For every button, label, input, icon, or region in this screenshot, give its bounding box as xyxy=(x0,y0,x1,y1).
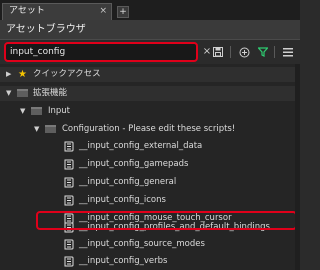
tab-bar: アセット × + xyxy=(0,0,300,20)
tree-item-label: クイックアクセス xyxy=(33,69,101,79)
collapse-arrow-icon[interactable]: ▼ xyxy=(34,122,39,137)
tree-item-label: __input_config_icons xyxy=(79,195,166,205)
tree-item-label: __input_config_gamepads xyxy=(79,159,189,169)
tree-item-script[interactable]: __input_config_verbs xyxy=(0,254,300,269)
toolbar-divider xyxy=(274,46,275,58)
search-input[interactable] xyxy=(6,44,196,60)
tab-close-icon[interactable]: × xyxy=(99,4,107,19)
tree-item-script[interactable]: __input_config_icons xyxy=(0,193,300,208)
script-icon xyxy=(64,222,74,233)
add-tab-button[interactable]: + xyxy=(117,6,129,18)
script-icon xyxy=(64,239,74,250)
star-icon: ★ xyxy=(18,69,27,80)
collapse-arrow-icon[interactable]: ▼ xyxy=(6,86,11,101)
tree-item-extensions[interactable]: ▼ 拡張機能 xyxy=(0,86,300,101)
script-icon xyxy=(64,141,74,152)
tree-item-label: 拡張機能 xyxy=(33,88,68,98)
script-icon xyxy=(64,195,74,206)
tree-item-label: __input_config_external_data xyxy=(79,141,203,151)
tab-assets-label: アセット xyxy=(9,6,45,16)
tree-item-label: __input_config_source_modes xyxy=(79,239,205,249)
folder-icon xyxy=(17,89,28,97)
tree-item-label: __input_config_verbs xyxy=(79,256,168,266)
collapse-arrow-icon[interactable]: ▼ xyxy=(20,104,25,119)
search-box[interactable] xyxy=(4,42,198,62)
tree-item-label: Input xyxy=(48,106,71,116)
scrollbar[interactable] xyxy=(295,64,300,270)
menu-icon[interactable] xyxy=(281,45,295,59)
panel-title: アセットブラウザ xyxy=(0,20,300,40)
save-icon[interactable] xyxy=(211,45,225,59)
add-asset-icon[interactable] xyxy=(237,45,251,59)
tree-item-configuration[interactable]: ▼ Configuration - Please edit these scri… xyxy=(0,122,300,137)
script-icon xyxy=(64,256,74,267)
expand-arrow-icon[interactable]: ▶ xyxy=(6,67,11,82)
search-toolbar: × xyxy=(0,40,300,64)
tree-item-label: Configuration - Please edit these script… xyxy=(62,124,236,134)
tree-item-script[interactable]: __input_config_external_data xyxy=(0,139,300,154)
tree-item-quick-access[interactable]: ▶ ★ クイックアクセス xyxy=(0,67,300,82)
filter-icon[interactable] xyxy=(256,45,270,59)
script-icon xyxy=(64,177,74,188)
tree-item-script-selected[interactable]: __input_config_profiles_and_default_bind… xyxy=(0,220,300,235)
tree-item-input[interactable]: ▼ Input xyxy=(0,104,300,119)
toolbar-divider xyxy=(230,46,231,58)
folder-icon xyxy=(45,125,56,133)
script-icon xyxy=(64,159,74,170)
tree-item-script[interactable]: __input_config_general xyxy=(0,175,300,190)
tab-assets[interactable]: アセット × xyxy=(2,3,112,20)
tree-item-label: __input_config_profiles_and_default_bind… xyxy=(79,222,270,232)
tree-item-label: __input_config_general xyxy=(79,177,177,187)
folder-icon xyxy=(31,107,42,115)
tree-item-script[interactable]: __input_config_gamepads xyxy=(0,157,300,172)
tree-item-script[interactable]: __input_config_source_modes xyxy=(0,237,300,252)
